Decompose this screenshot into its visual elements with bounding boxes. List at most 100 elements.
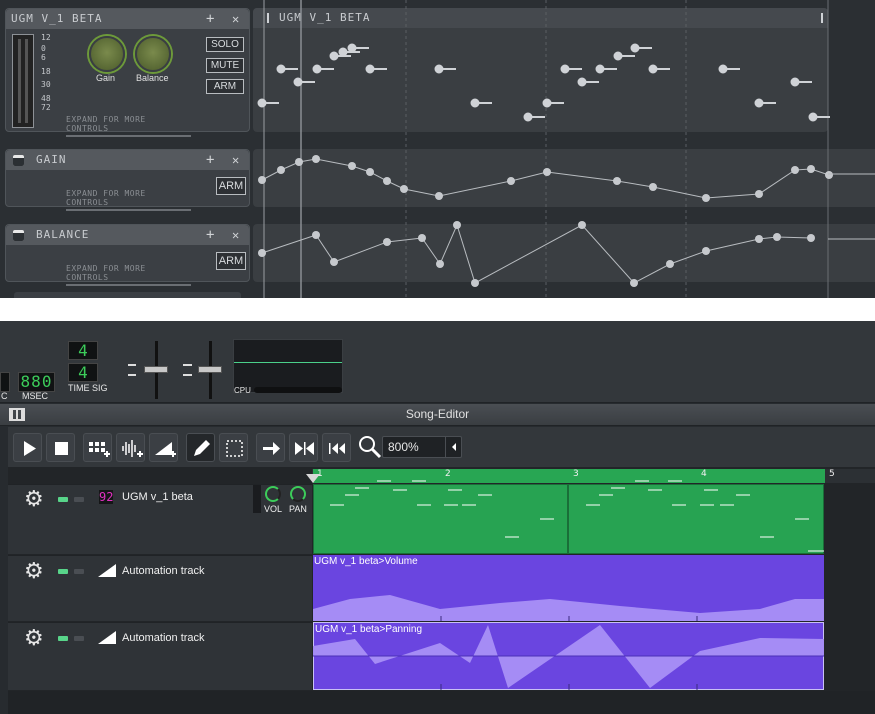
pattern-clip-1[interactable] (313, 484, 568, 554)
balance-point (702, 247, 710, 255)
automation-track-row-2: ⚙ Automation track (8, 622, 312, 690)
balance-point (807, 234, 815, 242)
rewind-button[interactable] (322, 433, 351, 462)
gear-icon[interactable]: ⚙ (24, 489, 44, 511)
master-volume-handle[interactable] (144, 366, 168, 373)
automation-track-icon (98, 631, 116, 644)
add-automation-track-button[interactable] (149, 433, 178, 462)
bar-number: 5 (829, 469, 835, 479)
gain-point (435, 192, 443, 200)
gain-point (400, 185, 408, 193)
mute-toggle[interactable] (58, 569, 68, 574)
song-editor-title: Song-Editor (405, 407, 470, 421)
gain-point (312, 155, 320, 163)
note-and-curve-canvas[interactable] (0, 0, 875, 298)
gain-point (649, 183, 657, 191)
balance-point (471, 279, 479, 287)
master-pitch-handle[interactable] (198, 366, 222, 373)
volume-knob[interactable] (265, 486, 281, 502)
instrument-track-row: ⚙ 92 UGM v_1 beta VOL PAN (8, 484, 312, 554)
automation-track-name[interactable]: Automation track (122, 632, 205, 644)
gain-point (277, 166, 285, 174)
pattern-clip-2[interactable] (568, 484, 824, 554)
select-mode-button[interactable] (219, 433, 248, 462)
loop-points-button[interactable] (289, 433, 318, 462)
c-lcd (0, 372, 10, 392)
draw-mode-button[interactable] (186, 433, 215, 462)
gain-point (807, 165, 815, 173)
balance-point (630, 279, 638, 287)
clip-label: UGM v_1 beta>Volume (314, 556, 418, 567)
zoom-icon (359, 436, 382, 459)
stop-button[interactable] (46, 433, 75, 462)
balance-point (418, 234, 426, 242)
instrument-track-lcd: 92 (99, 490, 114, 504)
gain-point (348, 162, 356, 170)
balance-point (666, 260, 674, 268)
gain-point (295, 158, 303, 166)
balance-point (258, 249, 266, 257)
cpu-bar (254, 387, 342, 393)
add-sample-track-button[interactable] (116, 433, 145, 462)
track-area-bottom (8, 691, 875, 714)
zoom-select[interactable]: 800% (382, 436, 462, 458)
instrument-track-name[interactable]: UGM v_1 beta (122, 491, 193, 503)
timesig-numerator[interactable]: 4 (68, 341, 98, 360)
balance-point (578, 221, 586, 229)
bar-number: 4 (701, 469, 707, 479)
gain-point (755, 190, 763, 198)
master-pitch-icon (183, 364, 192, 376)
panning-automation-clip[interactable]: UGM v_1 beta>Panning (313, 622, 824, 690)
mute-toggle[interactable] (58, 636, 68, 641)
solo-toggle[interactable] (74, 636, 84, 641)
pan-label: PAN (289, 504, 307, 514)
play-button[interactable] (13, 433, 42, 462)
balance-point (453, 221, 461, 229)
timeline-ruler[interactable]: 1 2 3 4 5 (312, 469, 875, 483)
add-beat-track-button[interactable] (83, 433, 112, 462)
volume-automation-clip[interactable]: UGM v_1 beta>Volume (313, 555, 824, 621)
msec-lcd: 880 (18, 372, 55, 392)
transport-bar: C 880 MSEC 4 4 TIME SIG CPU (0, 321, 875, 403)
clip-label: UGM v_1 beta>Panning (315, 624, 423, 635)
gear-icon[interactable]: ⚙ (24, 628, 44, 650)
mute-toggle[interactable] (58, 497, 68, 502)
automation-editor-panel: UGM V_1 BETA + ✕ 12 0 6 18 30 48 72 Gain… (0, 0, 875, 298)
bar-number: 3 (573, 469, 579, 479)
balance-point (312, 231, 320, 239)
cpu-graph (233, 339, 343, 393)
master-volume-icon (128, 364, 136, 376)
automation-track-row-1: ⚙ Automation track (8, 555, 312, 621)
msec-label: MSEC (22, 391, 49, 401)
automation-track-name[interactable]: Automation track (122, 565, 205, 577)
bar-number: 2 (445, 469, 451, 479)
gain-point (507, 177, 515, 185)
solo-toggle[interactable] (74, 497, 84, 502)
gain-point (613, 177, 621, 185)
gain-point (791, 166, 799, 174)
balance-point (755, 235, 763, 243)
gain-point (543, 168, 551, 176)
auto-scroll-button[interactable] (256, 433, 285, 462)
c-label: C (1, 391, 8, 401)
song-editor-titlebar: Song-Editor (0, 404, 875, 426)
loop-region[interactable] (313, 469, 825, 483)
gain-point (825, 171, 833, 179)
balance-point (436, 260, 444, 268)
zoom-value: 800% (388, 440, 419, 454)
automation-track-icon (98, 564, 116, 577)
gear-icon[interactable]: ⚙ (24, 561, 44, 583)
zoom-dropdown-arrow-icon[interactable] (445, 437, 462, 457)
pan-knob[interactable] (290, 486, 306, 502)
gain-point (258, 176, 266, 184)
timesig-denominator[interactable]: 4 (68, 363, 98, 382)
cpu-line (234, 362, 342, 363)
gain-point (383, 177, 391, 185)
gain-point (702, 194, 710, 202)
cpu-label: CPU (234, 386, 251, 395)
playhead-marker-icon[interactable] (306, 474, 320, 484)
balance-point (330, 258, 338, 266)
balance-point (773, 233, 781, 241)
timesig-label: TIME SIG (68, 383, 108, 393)
solo-toggle[interactable] (74, 569, 84, 574)
